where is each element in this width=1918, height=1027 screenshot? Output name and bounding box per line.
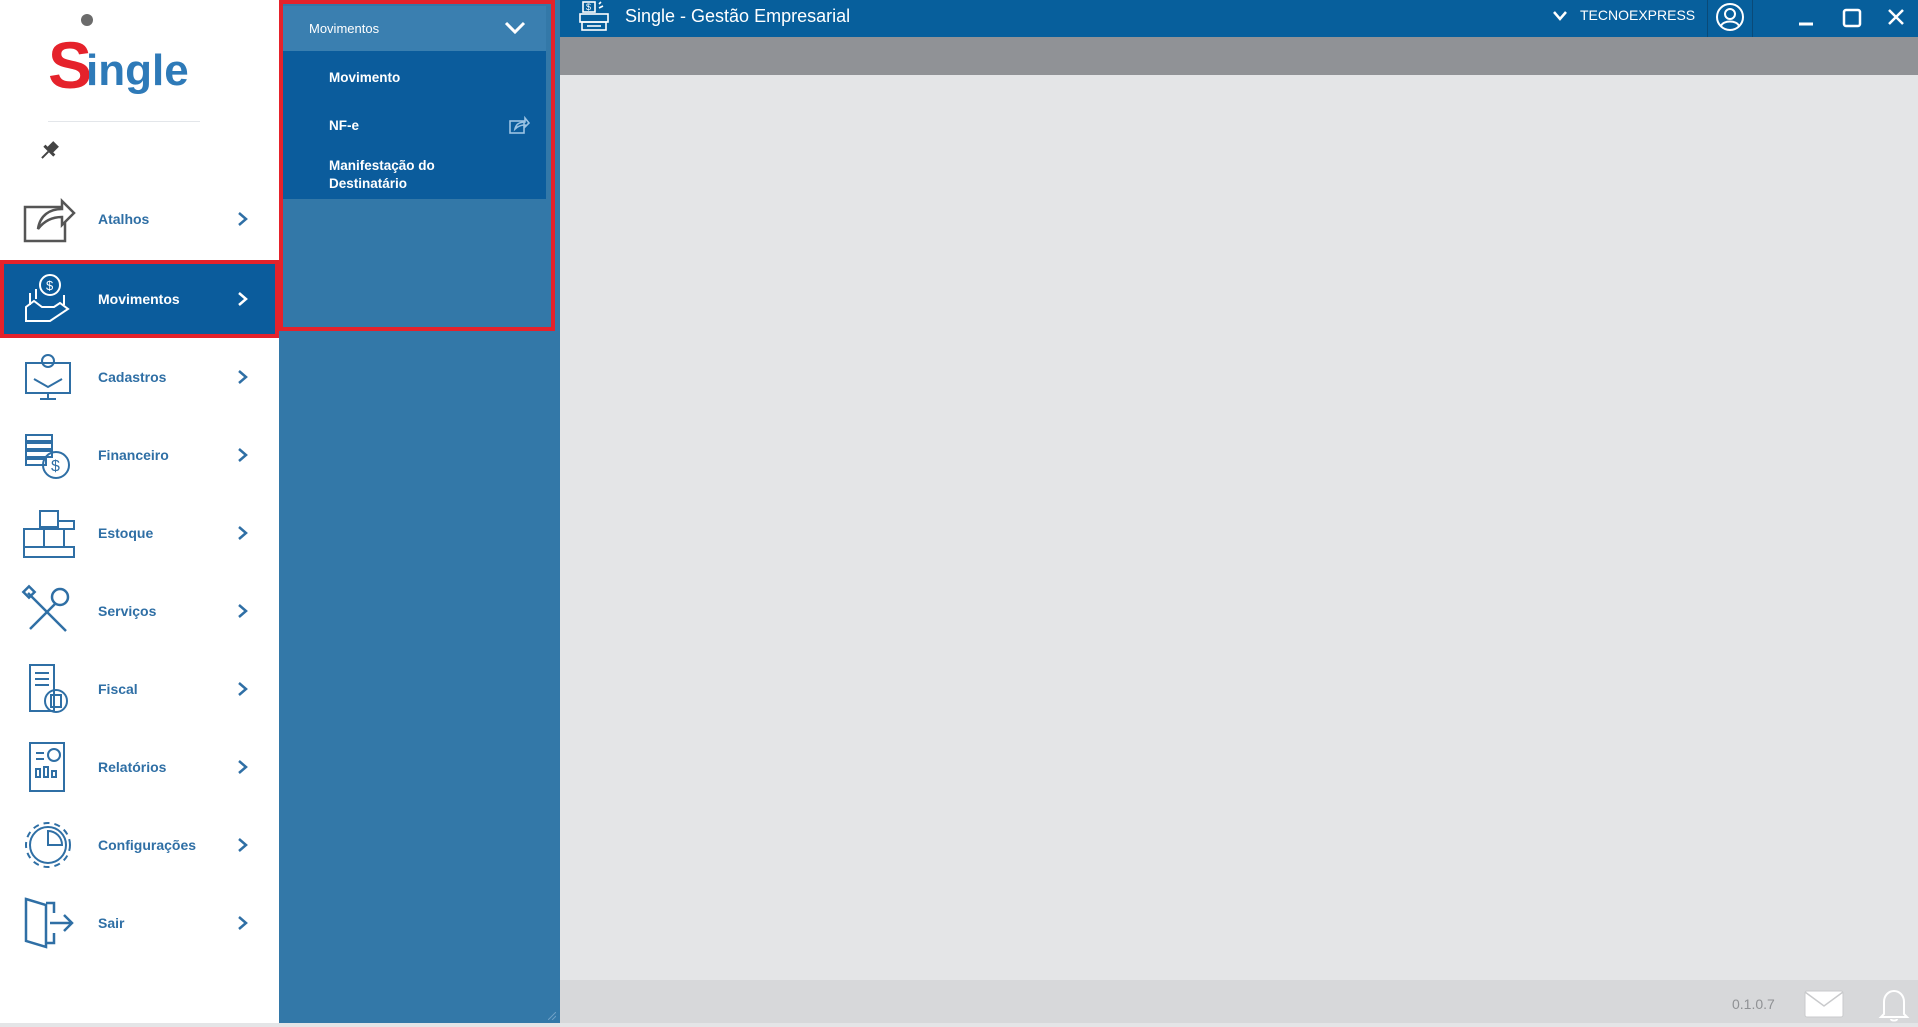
- close-icon[interactable]: [1886, 7, 1906, 27]
- mail-icon[interactable]: [1804, 990, 1844, 1018]
- sidebar-item-estoque[interactable]: Estoque: [0, 494, 279, 572]
- chevron-right-icon: [236, 447, 250, 463]
- chevron-right-icon: [236, 525, 250, 541]
- chevron-right-icon: [236, 291, 250, 307]
- main-content-area: [560, 75, 1918, 980]
- sidebar-item-label: Serviços: [98, 603, 157, 619]
- app-title: Single - Gestão Empresarial: [625, 6, 851, 26]
- tools-icon: [20, 583, 76, 639]
- submenu-item-movimento[interactable]: Movimento: [283, 51, 546, 97]
- minimize-icon[interactable]: [1797, 8, 1815, 26]
- submenu-item-label: Manifestação do Destinatário: [329, 158, 435, 191]
- logo-divider: [48, 121, 200, 122]
- chevron-right-icon: [236, 681, 250, 697]
- chevron-down-icon[interactable]: [503, 18, 527, 38]
- submenu-item-label: Movimento: [329, 70, 401, 85]
- sidebar-item-label: Cadastros: [98, 369, 167, 385]
- svg-text:$: $: [46, 278, 54, 293]
- money-hand-icon: $: [20, 271, 76, 327]
- sidebar-item-movimentos[interactable]: $ Movimentos: [0, 260, 279, 338]
- sidebar-item-fiscal[interactable]: Fiscal: [0, 650, 279, 728]
- chevron-right-icon: [236, 759, 250, 775]
- sidebar-item-financeiro[interactable]: $ Financeiro: [0, 416, 279, 494]
- resize-grip-icon[interactable]: [547, 1007, 557, 1021]
- submenu-header-label: Movimentos: [309, 21, 380, 36]
- exit-door-icon: [20, 895, 76, 951]
- sidebar-item-label: Fiscal: [98, 681, 138, 697]
- bell-icon[interactable]: [1878, 986, 1910, 1022]
- svg-text:$: $: [51, 458, 60, 475]
- pin-icon[interactable]: [36, 138, 62, 164]
- svg-text:ingle: ingle: [86, 46, 189, 95]
- chevron-right-icon: [236, 837, 250, 853]
- sidebar-item-relatorios[interactable]: Relatórios: [0, 728, 279, 806]
- svg-text:$: $: [586, 2, 591, 12]
- chevron-right-icon: [236, 915, 250, 931]
- version-label: 0.1.0.7: [1732, 996, 1775, 1012]
- sidebar-item-label: Sair: [98, 915, 125, 931]
- chevron-right-icon: [236, 603, 250, 619]
- toolbar-strip: [560, 37, 1918, 75]
- boxes-icon: [20, 505, 76, 561]
- external-link-icon[interactable]: [508, 115, 531, 135]
- share-icon: [20, 191, 76, 247]
- status-bar: 0.1.0.7: [560, 980, 1918, 1023]
- coins-icon: $: [20, 427, 76, 483]
- sidebar-item-sair[interactable]: Sair: [0, 884, 279, 962]
- company-selector[interactable]: TECNOEXPRESS: [1580, 7, 1695, 23]
- submenu-header[interactable]: Movimentos: [283, 6, 546, 51]
- receipt-icon: [20, 661, 76, 717]
- sidebar-item-label: Financeiro: [98, 447, 169, 463]
- submenu-item-label: NF-e: [329, 118, 359, 133]
- chevron-down-icon[interactable]: [1552, 9, 1568, 23]
- sidebar-item-cadastros[interactable]: Cadastros: [0, 338, 279, 416]
- cash-register-icon: $: [577, 0, 611, 34]
- divider: [1707, 0, 1708, 37]
- gear-chart-icon: [20, 817, 76, 873]
- report-icon: [20, 739, 76, 795]
- sidebar-item-atalhos[interactable]: Atalhos: [0, 180, 279, 258]
- title-bar: $ Single - Gestão Empresarial TECNOEXPRE…: [560, 0, 1918, 37]
- sidebar-item-label: Relatórios: [98, 759, 167, 775]
- chevron-right-icon: [236, 211, 250, 227]
- submenu-list: Movimento NF-e Manifestação do Destinatá…: [283, 51, 546, 199]
- maximize-icon[interactable]: [1842, 8, 1862, 28]
- user-avatar-icon[interactable]: [1715, 2, 1745, 32]
- sidebar-item-label: Atalhos: [98, 211, 150, 227]
- sidebar-item-label: Movimentos: [98, 291, 180, 307]
- sidebar-item-servicos[interactable]: Serviços: [0, 572, 279, 650]
- sidebar-item-label: Estoque: [98, 525, 154, 541]
- sidebar: S ingle Atalhos $ Movimentos Cadastros $…: [0, 0, 279, 1023]
- chevron-right-icon: [236, 369, 250, 385]
- submenu-item-manifestacao[interactable]: Manifestação do Destinatário: [283, 143, 546, 199]
- sidebar-item-label: Configurações: [98, 837, 197, 853]
- sidebar-item-configuracoes[interactable]: Configurações: [0, 806, 279, 884]
- divider: [1752, 0, 1753, 37]
- single-logo: S ingle: [40, 10, 210, 102]
- submenu-item-nfe[interactable]: NF-e: [283, 97, 546, 143]
- monitor-user-icon: [20, 349, 76, 405]
